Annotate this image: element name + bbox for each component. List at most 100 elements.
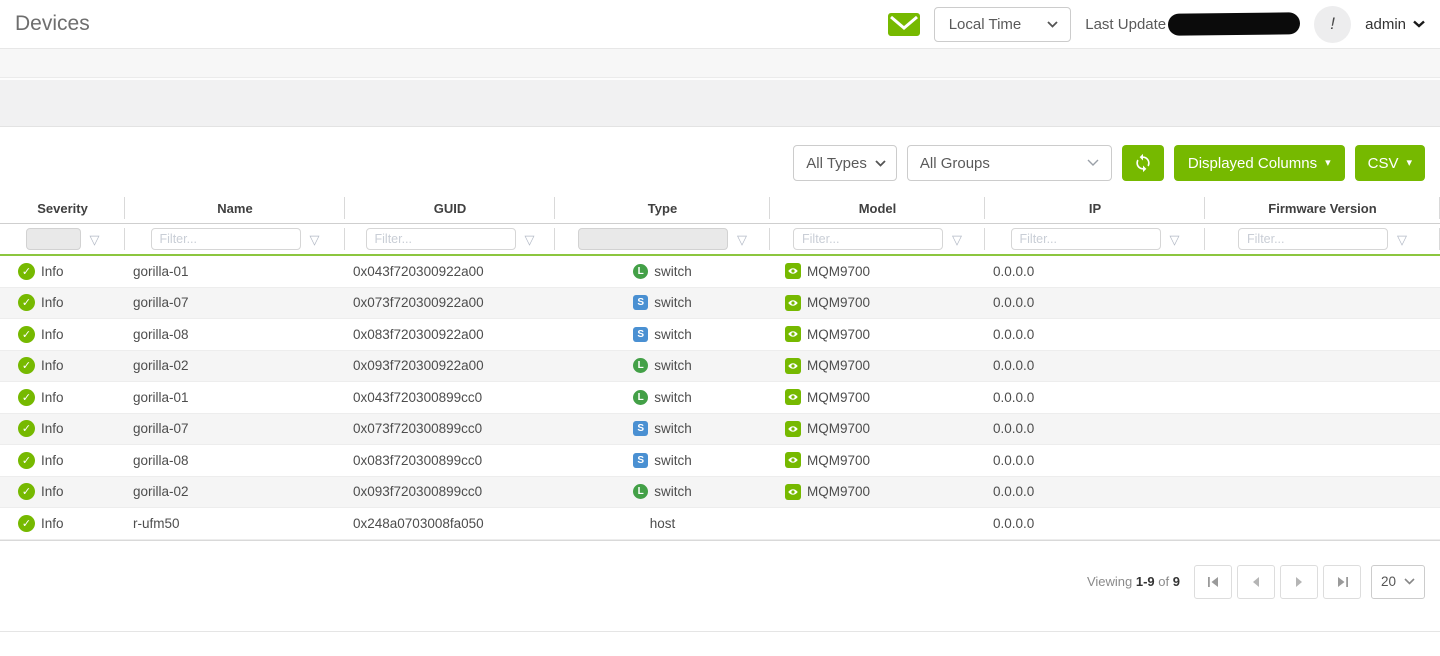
column-header-severity[interactable]: Severity xyxy=(0,201,125,216)
nvidia-logo-icon xyxy=(785,389,801,405)
guid-filter-input[interactable] xyxy=(366,228,516,250)
filter-funnel-icon[interactable]: ▽ xyxy=(952,233,962,246)
table-row[interactable]: ✓ Info gorilla-07 0x073f720300899cc0 S s… xyxy=(0,414,1440,446)
timezone-select-value: Local Time xyxy=(949,16,1022,33)
column-header-firmware[interactable]: Firmware Version xyxy=(1205,201,1440,216)
type-cell: L switch xyxy=(555,264,770,279)
column-header-ip[interactable]: IP xyxy=(985,201,1205,216)
model-label: MQM9700 xyxy=(807,264,870,279)
type-cell: S switch xyxy=(555,327,770,342)
filter-funnel-icon[interactable]: ▽ xyxy=(1397,233,1407,246)
type-badge-icon: S xyxy=(633,327,648,342)
types-filter-dropdown[interactable]: All Types xyxy=(793,145,897,181)
chevron-down-icon xyxy=(1404,578,1415,585)
ip-filter-input[interactable] xyxy=(1011,228,1161,250)
firmware-filter-input[interactable] xyxy=(1238,228,1388,250)
severity-label: Info xyxy=(41,421,64,436)
model-filter-input[interactable] xyxy=(793,228,943,250)
user-menu[interactable]: admin xyxy=(1365,16,1425,33)
guid-cell: 0x073f720300899cc0 xyxy=(345,421,555,436)
type-filter-select[interactable] xyxy=(578,228,728,250)
alert-badge[interactable]: ! xyxy=(1314,6,1351,43)
filter-funnel-icon[interactable]: ▽ xyxy=(1170,233,1180,246)
type-label: switch xyxy=(654,484,692,499)
filter-funnel-icon[interactable]: ▽ xyxy=(737,233,747,246)
nvidia-logo-icon xyxy=(785,421,801,437)
table-row[interactable]: ✓ Info gorilla-02 0x093f720300899cc0 L s… xyxy=(0,477,1440,509)
displayed-columns-label: Displayed Columns xyxy=(1188,155,1317,172)
column-header-name[interactable]: Name xyxy=(125,201,345,216)
severity-filter-select[interactable] xyxy=(26,228,81,250)
last-page-button[interactable] xyxy=(1323,565,1361,599)
name-cell: gorilla-08 xyxy=(125,327,345,342)
envelope-icon[interactable] xyxy=(888,13,920,36)
chevron-down-icon xyxy=(1047,21,1058,28)
caret-down-icon: ▾ xyxy=(1325,158,1331,169)
refresh-icon xyxy=(1133,153,1153,173)
app-header: Devices Local Time Last Update ! admin xyxy=(0,0,1440,49)
next-page-button[interactable] xyxy=(1280,565,1318,599)
model-cell: MQM9700 xyxy=(770,263,985,279)
filter-funnel-icon[interactable]: ▽ xyxy=(90,233,100,246)
severity-cell: ✓ Info xyxy=(0,452,125,469)
viewing-total: 9 xyxy=(1173,574,1180,589)
type-badge-icon: L xyxy=(633,484,648,499)
csv-export-button[interactable]: CSV ▾ xyxy=(1355,145,1425,181)
type-badge-icon: L xyxy=(633,358,648,373)
check-circle-icon: ✓ xyxy=(18,452,35,469)
alert-glyph: ! xyxy=(1330,14,1335,34)
viewing-range: 1-9 xyxy=(1136,574,1155,589)
groups-filter-value: All Groups xyxy=(920,155,990,172)
filter-cell-name: ▽ xyxy=(125,224,345,254)
timezone-select[interactable]: Local Time xyxy=(934,7,1072,42)
last-update-label: Last Update xyxy=(1085,16,1166,33)
previous-page-button[interactable] xyxy=(1237,565,1275,599)
last-page-icon xyxy=(1336,576,1349,588)
csv-label: CSV xyxy=(1368,155,1399,172)
table-row[interactable]: ✓ Info r-ufm50 0x248a0703008fa050 host 0… xyxy=(0,508,1440,540)
breadcrumb-bar xyxy=(0,49,1440,80)
table-row[interactable]: ✓ Info gorilla-01 0x043f720300922a00 L s… xyxy=(0,256,1440,288)
type-label: switch xyxy=(654,421,692,436)
type-label: host xyxy=(650,516,676,531)
secondary-toolbar xyxy=(0,80,1440,127)
table-row[interactable]: ✓ Info gorilla-02 0x093f720300922a00 L s… xyxy=(0,351,1440,383)
page-size-select[interactable]: 20 xyxy=(1371,565,1425,599)
table-row[interactable]: ✓ Info gorilla-08 0x083f720300922a00 S s… xyxy=(0,319,1440,351)
refresh-button[interactable] xyxy=(1122,145,1164,181)
table-row[interactable]: ✓ Info gorilla-01 0x043f720300899cc0 L s… xyxy=(0,382,1440,414)
check-circle-icon: ✓ xyxy=(18,357,35,374)
check-circle-icon: ✓ xyxy=(18,515,35,532)
model-cell: MQM9700 xyxy=(770,295,985,311)
severity-label: Info xyxy=(41,327,64,342)
filter-funnel-icon[interactable]: ▽ xyxy=(525,233,535,246)
guid-cell: 0x043f720300922a00 xyxy=(345,264,555,279)
type-cell: L switch xyxy=(555,390,770,405)
first-page-button[interactable] xyxy=(1194,565,1232,599)
severity-label: Info xyxy=(41,484,64,499)
column-header-guid[interactable]: GUID xyxy=(345,201,555,216)
filter-funnel-icon[interactable]: ▽ xyxy=(310,233,320,246)
next-page-icon xyxy=(1295,577,1303,587)
groups-filter-dropdown[interactable]: All Groups xyxy=(907,145,1112,181)
filter-cell-model: ▽ xyxy=(770,224,985,254)
type-label: switch xyxy=(654,358,692,373)
chevron-down-icon xyxy=(1413,20,1425,28)
model-label: MQM9700 xyxy=(807,484,870,499)
model-cell: MQM9700 xyxy=(770,326,985,342)
table-row[interactable]: ✓ Info gorilla-08 0x083f720300899cc0 S s… xyxy=(0,445,1440,477)
table-row[interactable]: ✓ Info gorilla-07 0x073f720300922a00 S s… xyxy=(0,288,1440,320)
column-header-type[interactable]: Type xyxy=(555,201,770,216)
model-cell: MQM9700 xyxy=(770,358,985,374)
nvidia-logo-icon xyxy=(785,484,801,500)
model-label: MQM9700 xyxy=(807,358,870,373)
displayed-columns-button[interactable]: Displayed Columns ▾ xyxy=(1174,145,1345,181)
column-header-model[interactable]: Model xyxy=(770,201,985,216)
name-cell: gorilla-01 xyxy=(125,264,345,279)
severity-cell: ✓ Info xyxy=(0,389,125,406)
first-page-icon xyxy=(1207,576,1220,588)
type-badge-icon: L xyxy=(633,390,648,405)
severity-cell: ✓ Info xyxy=(0,483,125,500)
name-filter-input[interactable] xyxy=(151,228,301,250)
severity-label: Info xyxy=(41,390,64,405)
